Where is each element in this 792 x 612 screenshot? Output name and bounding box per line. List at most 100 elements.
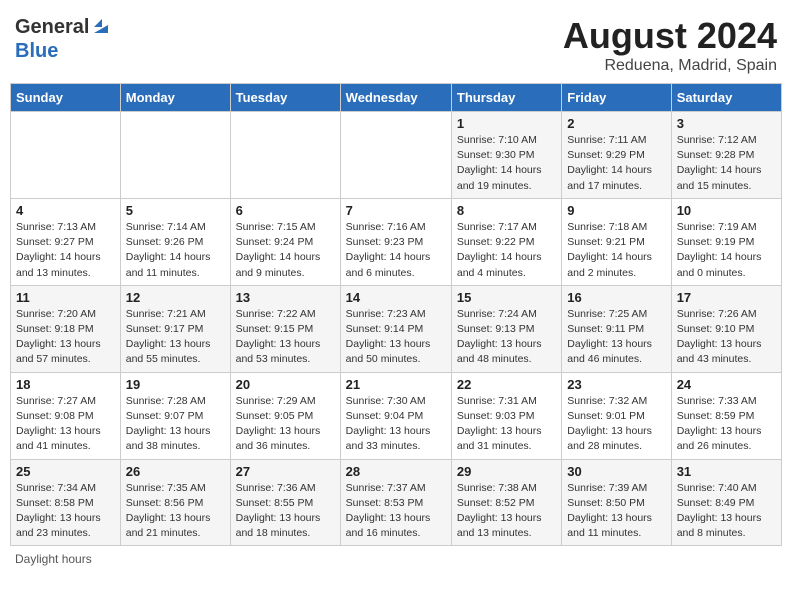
day-info: Sunrise: 7:19 AMSunset: 9:19 PMDaylight:… [677, 220, 776, 281]
day-cell: 11Sunrise: 7:20 AMSunset: 9:18 PMDayligh… [11, 285, 121, 372]
day-cell: 14 Sunrise: 7:23 AMSunset: 9:14 PMDayligh… [340, 285, 451, 372]
day-cell: 25 Sunrise: 7:34 AMSunset: 8:58 PMDayligh… [11, 459, 121, 546]
day-info: Sunrise: 7:36 AMSunset: 8:55 PMDaylight:… [236, 481, 335, 542]
day-cell: 24 Sunrise: 7:33 AMSunset: 8:59 PMDayligh… [671, 372, 781, 459]
day-number: 31 [677, 464, 776, 479]
day-cell: 5 Sunrise: 7:14 AMSunset: 9:26 PMDaylight… [120, 198, 230, 285]
day-number: 10 [677, 203, 776, 218]
day-info: Sunrise: 7:30 AMSunset: 9:04 PMDaylight:… [346, 394, 446, 455]
weekday-header-thursday: Thursday [451, 84, 561, 112]
day-number: 14 [346, 290, 446, 305]
day-cell: 27 Sunrise: 7:36 AMSunset: 8:55 PMDayligh… [230, 459, 340, 546]
day-cell [230, 112, 340, 199]
day-cell: 17 Sunrise: 7:26 AMSunset: 9:10 PMDayligh… [671, 285, 781, 372]
day-cell: 22 Sunrise: 7:31 AMSunset: 9:03 PMDayligh… [451, 372, 561, 459]
day-info: Sunrise: 7:29 AMSunset: 9:05 PMDaylight:… [236, 394, 335, 455]
week-row-4: 18Sunrise: 7:27 AMSunset: 9:08 PMDayligh… [11, 372, 782, 459]
header: General Blue August 2024 Reduena, Madrid… [10, 10, 782, 75]
day-number: 15 [457, 290, 556, 305]
day-cell: 3Sunrise: 7:12 AMSunset: 9:28 PMDaylight… [671, 112, 781, 199]
day-number: 5 [126, 203, 225, 218]
day-info: Sunrise: 7:38 AMSunset: 8:52 PMDaylight:… [457, 481, 556, 542]
day-info: Sunrise: 7:34 AMSunset: 8:58 PMDaylight:… [16, 481, 115, 542]
day-info: Sunrise: 7:16 AMSunset: 9:23 PMDaylight:… [346, 220, 446, 281]
day-number: 12 [126, 290, 225, 305]
weekday-header-friday: Friday [562, 84, 671, 112]
day-cell: 13 Sunrise: 7:22 AMSunset: 9:15 PMDayligh… [230, 285, 340, 372]
day-info: Sunrise: 7:21 AMSunset: 9:17 PMDaylight:… [126, 307, 225, 368]
day-number: 18 [16, 377, 115, 392]
day-info: Sunrise: 7:13 AMSunset: 9:27 PMDaylight:… [16, 220, 115, 281]
day-info: Sunrise: 7:17 AMSunset: 9:22 PMDaylight:… [457, 220, 556, 281]
day-info: Sunrise: 7:23 AMSunset: 9:14 PMDaylight:… [346, 307, 446, 368]
day-info: Sunrise: 7:22 AMSunset: 9:15 PMDaylight:… [236, 307, 335, 368]
day-info: Sunrise: 7:18 AMSunset: 9:21 PMDaylight:… [567, 220, 665, 281]
logo-blue-text: Blue [15, 40, 58, 62]
day-info: Sunrise: 7:31 AMSunset: 9:03 PMDaylight:… [457, 394, 556, 455]
week-row-1: 1Sunrise: 7:10 AMSunset: 9:30 PMDaylight… [11, 112, 782, 199]
day-number: 13 [236, 290, 335, 305]
logo: General Blue [15, 15, 110, 63]
day-info: Sunrise: 7:14 AMSunset: 9:26 PMDaylight:… [126, 220, 225, 281]
day-cell: 9 Sunrise: 7:18 AMSunset: 9:21 PMDaylight… [562, 198, 671, 285]
day-info: Sunrise: 7:40 AMSunset: 8:49 PMDaylight:… [677, 481, 776, 542]
weekday-header-tuesday: Tuesday [230, 84, 340, 112]
day-number: 9 [567, 203, 665, 218]
day-cell: 10 Sunrise: 7:19 AMSunset: 9:19 PMDayligh… [671, 198, 781, 285]
day-cell: 2Sunrise: 7:11 AMSunset: 9:29 PMDaylight… [562, 112, 671, 199]
footer-note: Daylight hours [10, 552, 782, 566]
day-info: Sunrise: 7:28 AMSunset: 9:07 PMDaylight:… [126, 394, 225, 455]
title-area: August 2024 Reduena, Madrid, Spain [563, 15, 777, 75]
weekday-header-sunday: Sunday [11, 84, 121, 112]
day-number: 2 [567, 116, 665, 131]
weekday-header-saturday: Saturday [671, 84, 781, 112]
day-cell: 21Sunrise: 7:30 AMSunset: 9:04 PMDayligh… [340, 372, 451, 459]
day-cell: 26Sunrise: 7:35 AMSunset: 8:56 PMDayligh… [120, 459, 230, 546]
day-info: Sunrise: 7:10 AMSunset: 9:30 PMDaylight:… [457, 133, 556, 194]
day-number: 27 [236, 464, 335, 479]
day-cell: 29 Sunrise: 7:38 AMSunset: 8:52 PMDayligh… [451, 459, 561, 546]
day-cell: 1Sunrise: 7:10 AMSunset: 9:30 PMDaylight… [451, 112, 561, 199]
day-number: 25 [16, 464, 115, 479]
day-number: 11 [16, 290, 115, 305]
day-number: 4 [16, 203, 115, 218]
day-number: 3 [677, 116, 776, 131]
day-cell: 7 Sunrise: 7:16 AMSunset: 9:23 PMDaylight… [340, 198, 451, 285]
day-info: Sunrise: 7:25 AMSunset: 9:11 PMDaylight:… [567, 307, 665, 368]
day-info: Sunrise: 7:37 AMSunset: 8:53 PMDaylight:… [346, 481, 446, 542]
day-number: 24 [677, 377, 776, 392]
day-number: 30 [567, 464, 665, 479]
day-number: 20 [236, 377, 335, 392]
day-number: 7 [346, 203, 446, 218]
day-number: 28 [346, 464, 446, 479]
day-cell: 8 Sunrise: 7:17 AMSunset: 9:22 PMDaylight… [451, 198, 561, 285]
week-row-2: 4 Sunrise: 7:13 AMSunset: 9:27 PMDaylight… [11, 198, 782, 285]
day-cell: 6 Sunrise: 7:15 AMSunset: 9:24 PMDaylight… [230, 198, 340, 285]
day-cell: 31 Sunrise: 7:40 AMSunset: 8:49 PMDayligh… [671, 459, 781, 546]
day-number: 29 [457, 464, 556, 479]
day-number: 23 [567, 377, 665, 392]
day-cell [340, 112, 451, 199]
calendar-table: SundayMondayTuesdayWednesdayThursdayFrid… [10, 83, 782, 546]
day-cell: 30Sunrise: 7:39 AMSunset: 8:50 PMDayligh… [562, 459, 671, 546]
day-number: 8 [457, 203, 556, 218]
day-number: 19 [126, 377, 225, 392]
day-info: Sunrise: 7:26 AMSunset: 9:10 PMDaylight:… [677, 307, 776, 368]
logo-arrow-icon [92, 17, 110, 40]
day-cell: 15 Sunrise: 7:24 AMSunset: 9:13 PMDayligh… [451, 285, 561, 372]
week-row-5: 25 Sunrise: 7:34 AMSunset: 8:58 PMDayligh… [11, 459, 782, 546]
weekday-header-row: SundayMondayTuesdayWednesdayThursdayFrid… [11, 84, 782, 112]
day-number: 6 [236, 203, 335, 218]
day-number: 22 [457, 377, 556, 392]
day-cell: 28 Sunrise: 7:37 AMSunset: 8:53 PMDayligh… [340, 459, 451, 546]
day-info: Sunrise: 7:33 AMSunset: 8:59 PMDaylight:… [677, 394, 776, 455]
day-cell: 23 Sunrise: 7:32 AMSunset: 9:01 PMDayligh… [562, 372, 671, 459]
day-info: Sunrise: 7:32 AMSunset: 9:01 PMDaylight:… [567, 394, 665, 455]
weekday-header-monday: Monday [120, 84, 230, 112]
day-number: 17 [677, 290, 776, 305]
month-title: August 2024 [563, 15, 777, 57]
day-info: Sunrise: 7:24 AMSunset: 9:13 PMDaylight:… [457, 307, 556, 368]
day-cell: 16Sunrise: 7:25 AMSunset: 9:11 PMDayligh… [562, 285, 671, 372]
day-info: Sunrise: 7:15 AMSunset: 9:24 PMDaylight:… [236, 220, 335, 281]
day-cell: 20 Sunrise: 7:29 AMSunset: 9:05 PMDayligh… [230, 372, 340, 459]
